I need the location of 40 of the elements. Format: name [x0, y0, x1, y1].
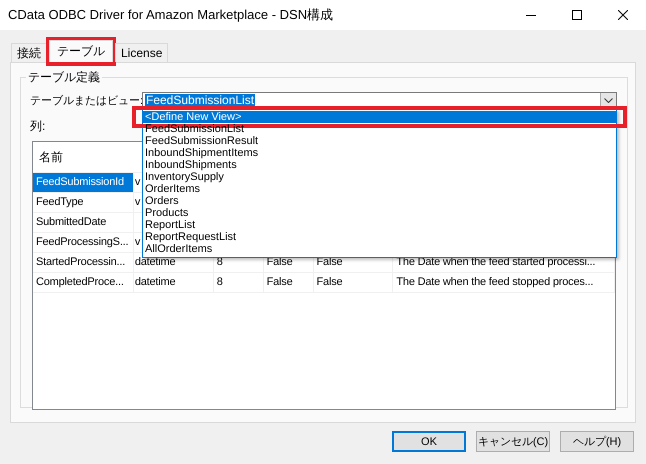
dropdown-option[interactable]: InboundShipments	[143, 159, 616, 171]
dropdown-option[interactable]: <Define New View>	[143, 111, 616, 123]
dialog-button[interactable]: ヘルプ(H)	[560, 431, 634, 452]
table-cell: v	[134, 236, 140, 248]
dropdown-option[interactable]: OrderItems	[143, 183, 616, 195]
table-cell: datetime	[134, 276, 176, 288]
table-cell: False	[266, 276, 293, 288]
dropdown-option[interactable]: Orders	[143, 195, 616, 207]
dropdown-option[interactable]: InboundShipmentItems	[143, 147, 616, 159]
columns-label: 列:	[30, 119, 46, 133]
group-title: テーブル定義	[27, 69, 101, 86]
tab[interactable]: License	[115, 43, 168, 62]
table-cell: v	[134, 176, 140, 188]
table-cell: v	[134, 196, 140, 208]
table-cell[interactable]: CompletedProce...	[33, 273, 134, 293]
table-cell[interactable]: FeedType	[33, 193, 134, 213]
field-label: テーブルまたはビュー:	[30, 94, 142, 108]
dropdown-option[interactable]: ReportList	[143, 219, 616, 231]
table-cell[interactable]: FeedProcessingS...	[33, 233, 134, 253]
dropdown-option[interactable]: FeedSubmissionResult	[143, 135, 616, 147]
table-cell: False	[316, 276, 342, 288]
table-cell: datetime	[134, 256, 176, 268]
table-cell: The Date when the feed stopped proces...	[396, 276, 594, 288]
dialog-button[interactable]: OK	[392, 431, 466, 452]
table-cell[interactable]: StartedProcessin...	[33, 253, 134, 273]
close-icon[interactable]	[618, 10, 628, 20]
table-cell[interactable]: SubmittedDate	[33, 213, 134, 233]
column-header[interactable]: 名前	[33, 148, 63, 166]
window-title: CData ODBC Driver for Amazon Marketplace - DSN構成	[7, 6, 334, 24]
dropdown-option[interactable]: AllOrderItems	[143, 243, 616, 255]
table-cell[interactable]: FeedSubmissionId	[33, 173, 134, 193]
maximize-icon[interactable]	[572, 10, 582, 20]
tab[interactable]: テーブル	[49, 40, 113, 62]
dropdown-option[interactable]: InventorySupply	[143, 171, 616, 183]
dropdown-option[interactable]: ReportRequestList	[143, 231, 616, 243]
dialog-button[interactable]: キャンセル(C)	[476, 431, 550, 452]
tab[interactable]: 接続	[11, 43, 47, 62]
chevron-down-icon[interactable]	[604, 98, 613, 103]
table-cell: 8	[216, 276, 223, 288]
dropdown-option[interactable]: Products	[143, 207, 616, 219]
